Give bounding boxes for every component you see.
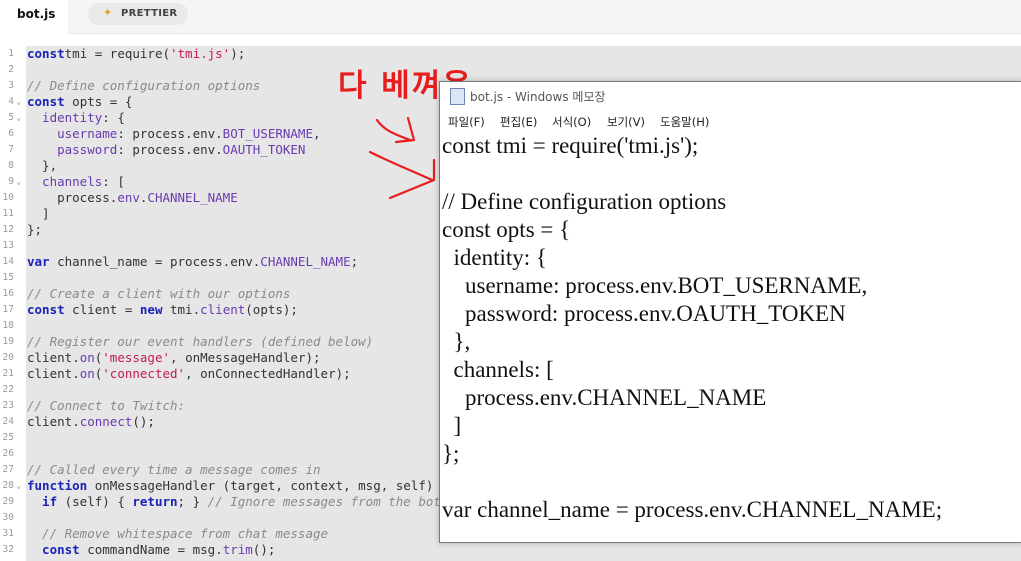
code-text: function onMessageHandler (target, conte…: [27, 478, 449, 493]
code-text: client.on('connected', onConnectedHandle…: [27, 366, 351, 381]
code-text: process.env.CHANNEL_NAME: [27, 190, 238, 205]
notepad-icon: [450, 88, 465, 105]
code-text: // Register our event handlers (defined …: [27, 334, 374, 349]
code-text: consttmi = require('tmi.js');: [27, 46, 246, 61]
code-line: 32 const commandName = msg.trim();: [0, 542, 1021, 558]
line-number: 12: [2, 224, 14, 235]
code-text: const commandName = msg.trim();: [27, 542, 276, 557]
line-number: 20: [2, 352, 14, 363]
notepad-line: identity: {: [442, 245, 547, 270]
line-number: 5: [8, 112, 14, 123]
notepad-line: const tmi = require('tmi.js');: [442, 133, 699, 158]
notepad-line: username: process.env.BOT_USERNAME,: [442, 273, 868, 298]
tab-label: bot.js: [17, 7, 56, 21]
notepad-line: process.env.CHANNEL_NAME: [442, 385, 767, 410]
code-text: password: process.env.OAUTH_TOKEN: [27, 142, 306, 157]
fold-chevron-icon[interactable]: ⌄: [16, 478, 21, 494]
line-number: 26: [2, 448, 14, 459]
code-line: 1 consttmi = require('tmi.js');: [0, 46, 1021, 62]
line-number: 24: [2, 416, 14, 427]
notepad-line: },: [442, 329, 471, 354]
notepad-line: };: [442, 441, 460, 466]
line-number: 9: [8, 176, 14, 187]
code-text: // Connect to Twitch:: [27, 398, 186, 413]
line-number: 19: [2, 336, 14, 347]
prettier-button[interactable]: ✦ PRETTIER: [88, 3, 188, 25]
line-number: 31: [2, 528, 14, 539]
notepad-window[interactable]: bot.js - Windows 메모장 파일(F) 편집(E) 서식(O) 보…: [439, 81, 1021, 543]
code-text: identity: {: [27, 110, 125, 125]
notepad-line: var channel_name = process.env.CHANNEL_N…: [442, 497, 943, 522]
line-number: 8: [8, 160, 14, 171]
line-number: 6: [8, 128, 14, 139]
code-line: 2: [0, 62, 1021, 78]
code-text: // Create a client with our options: [27, 286, 291, 301]
menu-file[interactable]: 파일(F): [448, 114, 485, 130]
menu-format[interactable]: 서식(O): [552, 114, 591, 130]
line-number: 18: [2, 320, 14, 331]
line-number: 10: [2, 192, 14, 203]
line-number: 28: [2, 480, 14, 491]
code-text: // Define configuration options: [27, 78, 261, 93]
prettier-label: PRETTIER: [121, 8, 178, 19]
line-number: 3: [8, 80, 14, 91]
line-number: 1: [8, 48, 14, 59]
code-text: },: [27, 158, 58, 173]
notepad-line: const opts = {: [442, 217, 571, 242]
code-text: username: process.env.BOT_USERNAME,: [27, 126, 321, 141]
code-text: const opts = {: [27, 94, 133, 109]
line-number: 14: [2, 256, 14, 267]
tab-bar: bot.js ✦ PRETTIER: [0, 0, 1021, 36]
tab-bot-js[interactable]: bot.js: [0, 0, 68, 36]
notepad-title-bar[interactable]: bot.js - Windows 메모장: [440, 82, 1021, 110]
menu-edit[interactable]: 편집(E): [500, 114, 537, 130]
line-number: 30: [2, 512, 14, 523]
line-number: 25: [2, 432, 14, 443]
notepad-line: ]: [442, 413, 462, 438]
line-number: 2: [8, 64, 14, 75]
code-text: if (self) { return; } // Ignore messages…: [27, 494, 441, 509]
code-text: client.on('message', onMessageHandler);: [27, 350, 321, 365]
code-text: // Called every time a message comes in: [27, 462, 321, 477]
line-number: 29: [2, 496, 14, 507]
fold-chevron-icon[interactable]: ⌄: [16, 110, 21, 126]
fold-chevron-icon[interactable]: ⌄: [16, 174, 21, 190]
menu-help[interactable]: 도움말(H): [660, 114, 709, 130]
line-number: 23: [2, 400, 14, 411]
code-text: channels: [: [27, 174, 125, 189]
code-text: const client = new tmi.client(opts);: [27, 302, 298, 317]
notepad-line: channels: [: [442, 357, 554, 382]
line-number: 17: [2, 304, 14, 315]
line-number: 16: [2, 288, 14, 299]
line-number: 11: [2, 208, 14, 219]
menu-view[interactable]: 보기(V): [607, 114, 645, 130]
code-text: client.connect();: [27, 414, 155, 429]
notepad-title: bot.js - Windows 메모장: [470, 90, 606, 104]
line-number: 15: [2, 272, 14, 283]
code-text: };: [27, 222, 43, 237]
code-text: // Remove whitespace from chat message: [27, 526, 329, 541]
sparkle-icon: ✦: [103, 6, 113, 19]
line-number: 21: [2, 368, 14, 379]
line-number: 4: [8, 96, 14, 107]
notepad-line: password: process.env.OAUTH_TOKEN: [442, 301, 846, 326]
line-number: 22: [2, 384, 14, 395]
line-number: 27: [2, 464, 14, 475]
code-text: var channel_name = process.env.CHANNEL_N…: [27, 254, 359, 269]
notepad-line: // Define configuration options: [442, 189, 727, 214]
line-number: 13: [2, 240, 14, 251]
fold-chevron-icon[interactable]: ⌄: [16, 94, 21, 110]
line-number: 7: [8, 144, 14, 155]
notepad-menu-bar: 파일(F) 편집(E) 서식(O) 보기(V) 도움말(H): [440, 112, 1021, 132]
line-number: 32: [2, 544, 14, 555]
code-text: ]: [27, 206, 50, 221]
